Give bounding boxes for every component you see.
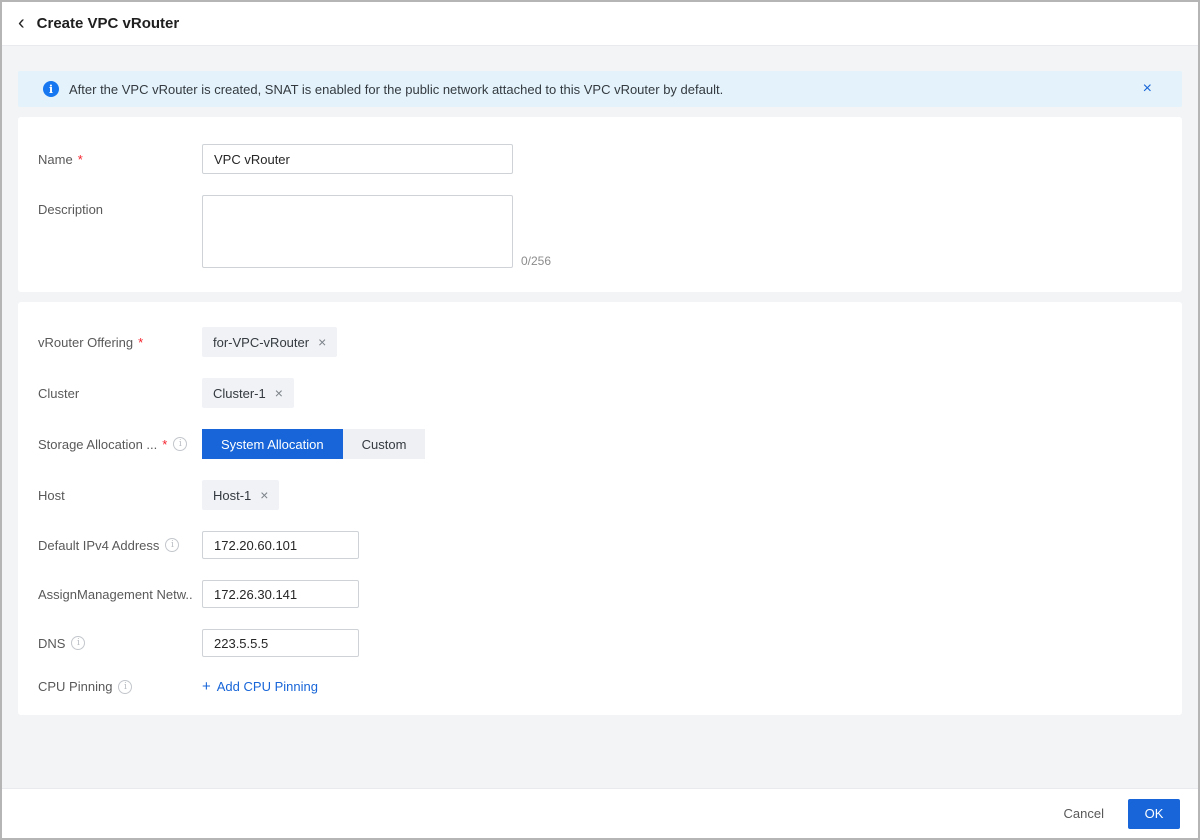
- storage-allocation-label-text: Storage Allocation ...: [38, 437, 157, 452]
- custom-option[interactable]: Custom: [343, 429, 426, 459]
- add-cpu-pinning-link[interactable]: + Add CPU Pinning: [202, 678, 318, 695]
- plus-icon: +: [202, 678, 211, 695]
- cpu-pinning-row: CPU Pinning i + Add CPU Pinning: [38, 678, 1162, 695]
- cpu-pinning-label-text: CPU Pinning: [38, 679, 112, 694]
- management-network-label-text: AssignManagement Netw..: [38, 587, 193, 602]
- dns-row: DNS i: [38, 629, 1162, 657]
- banner-close-icon[interactable]: ×: [1141, 79, 1154, 99]
- host-label: Host: [38, 488, 202, 503]
- cluster-label-text: Cluster: [38, 386, 79, 401]
- vrouter-offering-label-text: vRouter Offering: [38, 335, 133, 350]
- info-banner: i After the VPC vRouter is created, SNAT…: [18, 71, 1182, 107]
- banner-message: After the VPC vRouter is created, SNAT i…: [69, 82, 723, 97]
- name-input[interactable]: [202, 144, 513, 174]
- description-textarea[interactable]: [202, 195, 513, 268]
- ok-button[interactable]: OK: [1128, 799, 1180, 829]
- description-row: Description 0/256: [38, 195, 1162, 268]
- dns-label-text: DNS: [38, 636, 65, 651]
- dns-label: DNS i: [38, 636, 202, 651]
- info-icon: i: [71, 636, 85, 650]
- vrouter-offering-label: vRouter Offering *: [38, 335, 202, 350]
- tag-remove-icon[interactable]: ×: [260, 488, 268, 502]
- info-icon: i: [118, 680, 132, 694]
- default-ipv4-label: Default IPv4 Address i: [38, 538, 202, 553]
- tag-remove-icon[interactable]: ×: [275, 386, 283, 400]
- description-char-counter: 0/256: [521, 254, 551, 268]
- cluster-row: Cluster Cluster-1 ×: [38, 378, 1162, 408]
- default-ipv4-label-text: Default IPv4 Address: [38, 538, 159, 553]
- form-content: i After the VPC vRouter is created, SNAT…: [2, 46, 1198, 788]
- cluster-tag-text: Cluster-1: [213, 386, 266, 401]
- host-label-text: Host: [38, 488, 65, 503]
- cpu-pinning-label: CPU Pinning i: [38, 679, 202, 694]
- name-row: Name *: [38, 144, 1162, 174]
- cancel-button[interactable]: Cancel: [1064, 806, 1104, 821]
- create-vpc-vrouter-window: ‹ Create VPC vRouter i After the VPC vRo…: [0, 0, 1200, 840]
- host-row: Host Host-1 ×: [38, 480, 1162, 510]
- management-network-label: AssignManagement Netw..: [38, 587, 202, 602]
- config-card: vRouter Offering * for-VPC-vRouter × Clu…: [18, 302, 1182, 715]
- default-ipv4-row: Default IPv4 Address i: [38, 531, 1162, 559]
- back-icon[interactable]: ‹: [18, 13, 25, 33]
- required-mark: *: [138, 335, 143, 350]
- storage-allocation-row: Storage Allocation ... * i System Alloca…: [38, 429, 1162, 459]
- required-mark: *: [162, 437, 167, 452]
- tag-remove-icon[interactable]: ×: [318, 335, 326, 349]
- storage-allocation-label: Storage Allocation ... * i: [38, 437, 202, 452]
- management-network-row: AssignManagement Netw..: [38, 580, 1162, 608]
- info-icon: i: [165, 538, 179, 552]
- description-label-text: Description: [38, 202, 103, 217]
- description-label: Description: [38, 195, 202, 217]
- cluster-tag[interactable]: Cluster-1 ×: [202, 378, 294, 408]
- vrouter-offering-row: vRouter Offering * for-VPC-vRouter ×: [38, 327, 1162, 357]
- info-icon: i: [173, 437, 187, 451]
- vrouter-offering-tag[interactable]: for-VPC-vRouter ×: [202, 327, 337, 357]
- page-title: Create VPC vRouter: [37, 15, 180, 32]
- footer-bar: Cancel OK: [2, 788, 1198, 838]
- host-tag[interactable]: Host-1 ×: [202, 480, 279, 510]
- required-mark: *: [78, 152, 83, 167]
- description-field-wrap: 0/256: [202, 195, 551, 268]
- dns-input[interactable]: [202, 629, 359, 657]
- basic-info-card: Name * Description 0/256: [18, 117, 1182, 292]
- info-circle-icon: i: [43, 81, 59, 97]
- name-label-text: Name: [38, 152, 73, 167]
- management-network-input[interactable]: [202, 580, 359, 608]
- host-tag-text: Host-1: [213, 488, 251, 503]
- header-bar: ‹ Create VPC vRouter: [2, 2, 1198, 46]
- cluster-label: Cluster: [38, 386, 202, 401]
- vrouter-offering-tag-text: for-VPC-vRouter: [213, 335, 309, 350]
- system-allocation-option[interactable]: System Allocation: [202, 429, 343, 459]
- name-label: Name *: [38, 152, 202, 167]
- default-ipv4-input[interactable]: [202, 531, 359, 559]
- add-cpu-pinning-label: Add CPU Pinning: [217, 679, 318, 694]
- storage-allocation-toggle: System Allocation Custom: [202, 429, 425, 459]
